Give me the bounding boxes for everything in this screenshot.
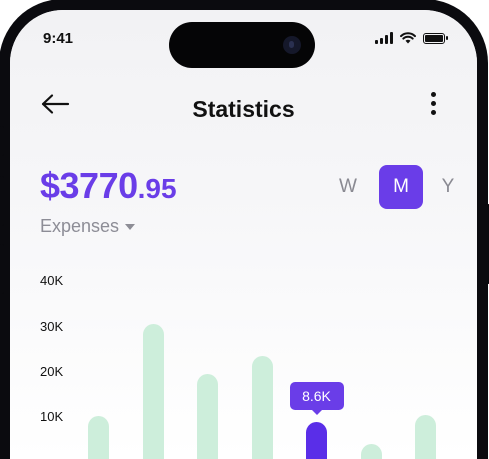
side-button	[0, 176, 4, 226]
bar[interactable]	[88, 416, 109, 459]
amount-cents: .95	[137, 173, 177, 204]
y-tick-label: 20K	[40, 364, 64, 379]
total-amount: $3770.95	[40, 168, 177, 204]
bar-tooltip: 8.6K	[289, 382, 344, 416]
period-year-tab[interactable]: Y	[426, 165, 470, 209]
screen: 9:41 Statistics $3770.95 Expenses W M Y …	[10, 10, 477, 459]
camera-icon	[283, 36, 301, 54]
bar[interactable]	[142, 324, 164, 459]
dynamic-island	[169, 22, 315, 68]
y-tick-label: 30K	[40, 319, 64, 334]
page-title: Statistics	[192, 96, 295, 122]
amount-main: $3770	[40, 165, 138, 206]
battery-icon	[423, 32, 448, 44]
category-label: Expenses	[40, 216, 120, 236]
bar[interactable]	[251, 355, 273, 459]
more-options-icon[interactable]	[429, 92, 437, 124]
side-button	[0, 126, 4, 156]
status-time: 9:41	[43, 30, 74, 47]
bar[interactable]	[197, 373, 218, 459]
wifi-icon	[400, 32, 416, 44]
period-month-tab[interactable]: M	[379, 165, 423, 209]
bar[interactable]	[360, 444, 382, 459]
period-week-tab[interactable]: W	[326, 165, 370, 209]
signal-icon	[375, 32, 393, 44]
y-tick-label: 10K	[40, 409, 64, 424]
side-button	[485, 204, 489, 284]
caret-down-icon	[125, 223, 136, 230]
bar-highlighted[interactable]	[306, 422, 327, 459]
status-icons	[375, 32, 448, 44]
side-button	[0, 244, 4, 294]
category-dropdown[interactable]: Expenses	[40, 216, 136, 237]
y-tick-label: 40K	[40, 273, 64, 288]
bar[interactable]	[415, 414, 436, 459]
phone-frame: 9:41 Statistics $3770.95 Expenses W M Y …	[0, 0, 488, 459]
